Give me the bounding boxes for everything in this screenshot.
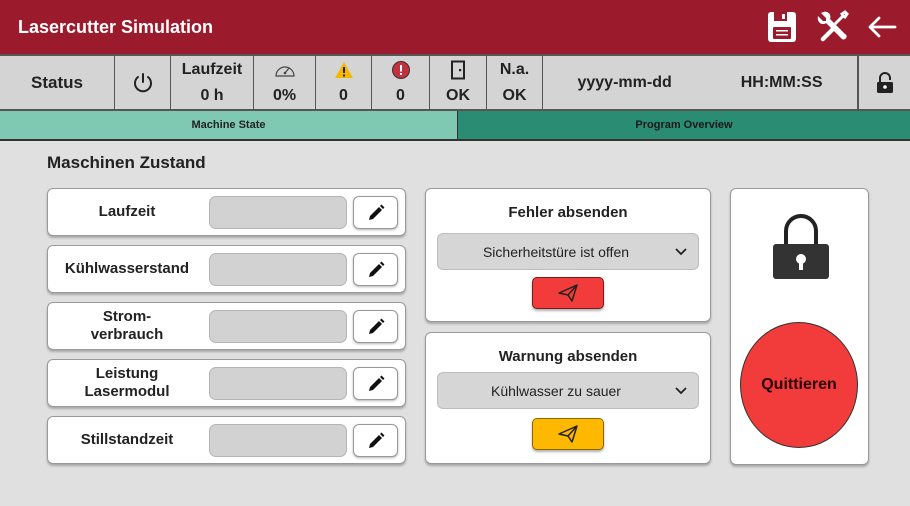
lock-icon	[876, 71, 893, 93]
laufzeit-status-label: Laufzeit	[181, 60, 243, 78]
warning-send-card: Warnung absenden Kühlwasser zu sauer	[425, 332, 711, 464]
pencil-icon	[368, 375, 384, 391]
quittieren-button[interactable]: Quittieren	[740, 322, 858, 448]
warnings-count: 0	[339, 86, 348, 104]
power-button[interactable]	[115, 56, 171, 109]
datetime-display: yyyy-mm-dd HH:MM:SS	[543, 56, 858, 109]
error-icon	[391, 60, 410, 79]
laufzeit-status-value: 0 h	[200, 86, 224, 104]
param-label: Leistung Lasermodul	[84, 365, 170, 400]
errors-count: 0	[396, 86, 405, 104]
stromverbrauch-field[interactable]	[209, 310, 347, 343]
laufzeit-status: Laufzeit 0 h	[171, 56, 254, 109]
lock-large-icon	[771, 211, 831, 286]
quittieren-label: Quittieren	[761, 376, 837, 393]
param-row-laufzeit: Laufzeit	[47, 188, 406, 236]
errors-status: 0	[372, 56, 430, 109]
speed-status-value: 0%	[272, 86, 297, 104]
laufzeit-field[interactable]	[209, 196, 347, 229]
status-bar: Status Laufzeit 0 h 0% 0 0 OK N.a. OK yy…	[0, 54, 910, 111]
edit-stillstandzeit-button[interactable]	[353, 424, 398, 457]
date-display: yyyy-mm-dd	[577, 73, 672, 91]
kuehlwasserstand-field[interactable]	[209, 253, 347, 286]
tools-icon[interactable]	[814, 9, 850, 45]
app-header: Lasercutter Simulation	[0, 0, 910, 54]
acknowledge-card: Quittieren	[730, 188, 869, 465]
edit-stromverbrauch-button[interactable]	[353, 310, 398, 343]
param-row-stillstandzeit: Stillstandzeit	[47, 416, 406, 464]
door-icon	[451, 60, 465, 79]
param-row-stromverbrauch: Strom- verbrauch	[47, 302, 406, 350]
send-icon	[558, 425, 578, 443]
stillstandzeit-field[interactable]	[209, 424, 347, 457]
edit-laufzeit-button[interactable]	[353, 196, 398, 229]
error-card-title: Fehler absenden	[508, 204, 628, 221]
tab-bar: Machine State Program Overview	[0, 111, 910, 141]
back-arrow-icon[interactable]	[864, 9, 900, 45]
warning-select[interactable]: Kühlwasser zu sauer	[437, 372, 699, 409]
save-icon[interactable]	[764, 9, 800, 45]
send-error-button[interactable]	[532, 277, 604, 309]
send-icon	[558, 284, 578, 302]
warning-select-value: Kühlwasser zu sauer	[491, 382, 621, 399]
leistung-lasermodul-field[interactable]	[209, 367, 347, 400]
status-label: Status	[0, 56, 115, 109]
chevron-down-icon	[664, 247, 698, 256]
edit-kuehlwasserstand-button[interactable]	[353, 253, 398, 286]
chevron-down-icon	[664, 386, 698, 395]
error-send-card: Fehler absenden Sicherheitstüre ist offe…	[425, 188, 711, 322]
pencil-icon	[368, 204, 384, 220]
door-status: OK	[430, 56, 487, 109]
speedometer-icon	[274, 65, 295, 77]
app-title: Lasercutter Simulation	[18, 16, 214, 37]
param-label: Laufzeit	[98, 203, 156, 220]
tab-program-overview[interactable]: Program Overview	[458, 111, 910, 139]
time-display: HH:MM:SS	[740, 73, 823, 91]
warning-card-title: Warnung absenden	[498, 348, 638, 365]
na-status-label: N.a.	[499, 60, 530, 78]
param-row-kuehlwasserstand: Kühlwasserstand	[47, 245, 406, 293]
pencil-icon	[368, 432, 384, 448]
pencil-icon	[368, 318, 384, 334]
na-status-value: OK	[502, 86, 527, 104]
power-icon	[133, 72, 152, 92]
edit-leistung-lasermodul-button[interactable]	[353, 367, 398, 400]
section-title: Maschinen Zustand	[47, 153, 206, 172]
door-status-value: OK	[446, 86, 470, 104]
speed-status: 0%	[254, 56, 316, 109]
pencil-icon	[368, 261, 384, 277]
error-select[interactable]: Sicherheitstüre ist offen	[437, 233, 699, 270]
warning-icon	[334, 61, 353, 78]
param-label: Kühlwasserstand	[64, 260, 190, 277]
warnings-status: 0	[316, 56, 372, 109]
lock-button[interactable]	[858, 56, 910, 109]
error-select-value: Sicherheitstüre ist offen	[482, 243, 630, 260]
param-label: Stillstandzeit	[80, 431, 174, 448]
param-label: Strom- verbrauch	[90, 308, 164, 343]
tab-machine-state[interactable]: Machine State	[0, 111, 458, 139]
send-warning-button[interactable]	[532, 418, 604, 450]
na-status: N.a. OK	[487, 56, 543, 109]
param-row-leistung-lasermodul: Leistung Lasermodul	[47, 359, 406, 407]
